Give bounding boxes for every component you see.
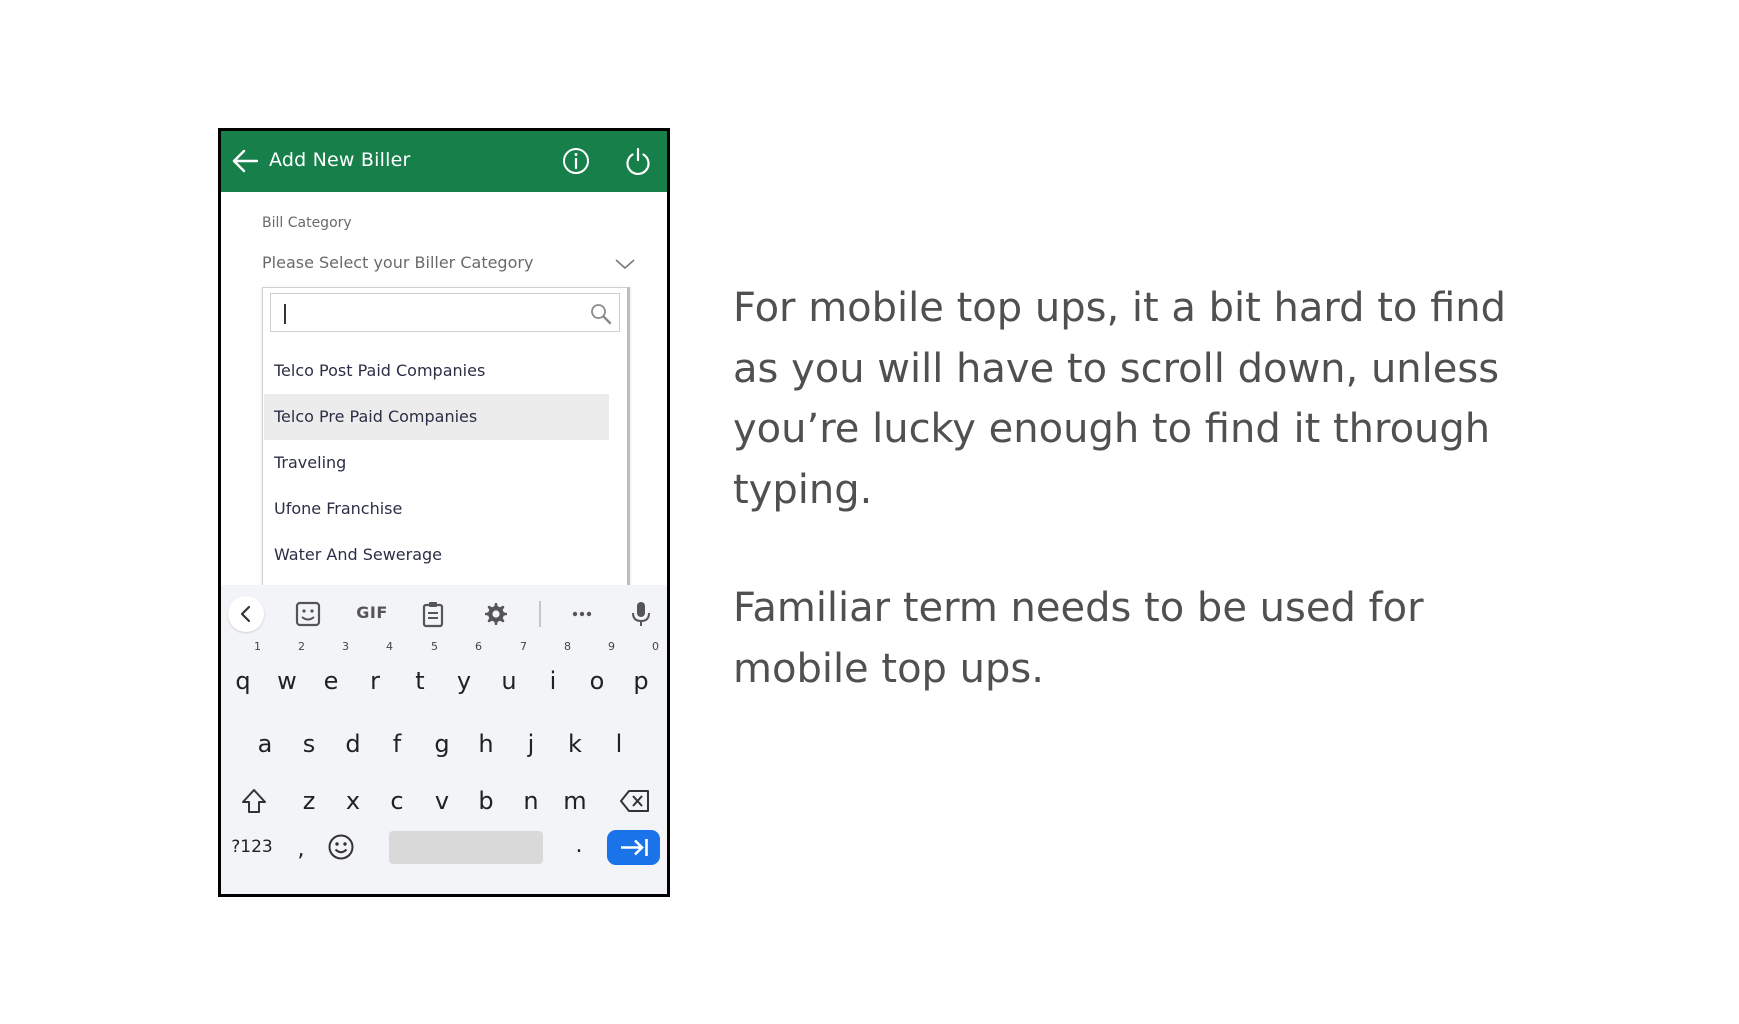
key-letter: q (235, 667, 251, 695)
page-title: Add New Biller (269, 149, 411, 171)
key-v[interactable]: v (422, 775, 462, 827)
key-n[interactable]: n (511, 775, 551, 827)
key-g[interactable]: g (422, 718, 462, 770)
key-hint: 4 (386, 640, 393, 653)
keyboard-collapse-button[interactable] (228, 596, 264, 632)
annotation-note-term: Familiar term needs to be used for mobil… (733, 585, 1424, 692)
key-e[interactable]: e3 (311, 641, 351, 707)
toolbar-divider (539, 601, 541, 627)
spacebar[interactable] (389, 831, 543, 864)
annotation-note-scroll: For mobile top ups, it a bit hard to fin… (733, 285, 1507, 513)
key-d[interactable]: d (333, 718, 373, 770)
key-q[interactable]: q1 (223, 641, 263, 707)
key-letter: w (277, 667, 297, 695)
key-a[interactable]: a (245, 718, 285, 770)
dropdown-option[interactable]: Water And Sewerage (264, 532, 609, 578)
key-z[interactable]: z (289, 775, 329, 827)
key-f[interactable]: f (377, 718, 417, 770)
emoji-icon[interactable] (326, 832, 356, 862)
key-hint: 7 (520, 640, 527, 653)
key-hint: 1 (254, 640, 261, 653)
key-letter: r (370, 667, 380, 695)
key-hint: 9 (608, 640, 615, 653)
chevron-down-icon (615, 259, 635, 270)
settings-gear-icon[interactable] (480, 599, 510, 629)
key-s[interactable]: s (289, 718, 329, 770)
key-hint: 3 (342, 640, 349, 653)
dropdown-option[interactable]: Ufone Franchise (264, 486, 609, 532)
period-key[interactable]: . (569, 833, 589, 861)
key-letter: u (501, 667, 517, 695)
key-p[interactable]: p0 (621, 641, 661, 707)
key-hint: 5 (431, 640, 438, 653)
dropdown-option-selected[interactable]: Telco Pre Paid Companies (264, 394, 609, 440)
key-hint: 0 (652, 640, 659, 653)
key-y[interactable]: y6 (444, 641, 484, 707)
biller-category-select[interactable]: Please Select your Biller Category (262, 251, 636, 281)
key-h[interactable]: h (466, 718, 506, 770)
clipboard-icon[interactable] (418, 599, 448, 629)
key-b[interactable]: b (466, 775, 506, 827)
on-screen-keyboard: GIF q1 w2 e3 r4 t 5 y 6 u 7 i 8 o 9 p 0 … (221, 585, 667, 894)
key-letter: e (323, 667, 339, 695)
text-caret (284, 304, 286, 324)
key-c[interactable]: c (377, 775, 417, 827)
keyboard-toolbar: GIF (221, 585, 667, 641)
key-u[interactable]: u7 (489, 641, 529, 707)
app-bar: Add New Biller (221, 131, 667, 192)
enter-key[interactable] (607, 830, 660, 865)
key-w[interactable]: w2 (267, 641, 307, 707)
back-arrow-icon[interactable] (231, 148, 259, 174)
symbols-key[interactable]: ?123 (227, 837, 277, 859)
key-hint: 8 (564, 640, 571, 653)
key-i[interactable]: i8 (533, 641, 573, 707)
search-icon (591, 304, 612, 325)
phone-screenshot: Add New Biller Bill Category Please Sele… (218, 128, 670, 897)
info-icon[interactable] (562, 147, 590, 175)
more-options-icon[interactable] (567, 599, 597, 629)
tab-next-icon (621, 839, 648, 856)
key-hint: 2 (298, 640, 305, 653)
gif-button[interactable]: GIF (354, 603, 390, 623)
key-letter: i (549, 667, 557, 695)
shift-icon[interactable] (240, 787, 268, 815)
dropdown-search-box[interactable] (270, 293, 620, 332)
microphone-icon[interactable] (626, 599, 656, 629)
key-letter: t (415, 667, 425, 695)
chevron-left-icon (240, 605, 251, 623)
key-letter: o (589, 667, 605, 695)
bill-category-label: Bill Category (262, 215, 352, 231)
dropdown-option[interactable]: Traveling (264, 440, 609, 486)
select-placeholder: Please Select your Biller Category (262, 253, 534, 272)
key-j[interactable]: j (511, 718, 551, 770)
key-o[interactable]: o9 (577, 641, 617, 707)
sticker-icon[interactable] (293, 599, 323, 629)
power-icon[interactable] (624, 146, 652, 176)
category-dropdown: Telco Post Paid Companies Telco Pre Paid… (262, 287, 630, 607)
key-l[interactable]: l (599, 718, 639, 770)
key-t[interactable]: t5 (400, 641, 440, 707)
key-r[interactable]: r4 (355, 641, 395, 707)
search-input[interactable] (281, 298, 571, 328)
key-letter: p (633, 667, 649, 695)
key-m[interactable]: m (555, 775, 595, 827)
backspace-icon[interactable] (619, 788, 651, 814)
key-x[interactable]: x (333, 775, 373, 827)
comma-key[interactable]: , (291, 837, 311, 865)
key-letter: y (456, 667, 472, 695)
key-hint: 6 (475, 640, 482, 653)
key-k[interactable]: k (555, 718, 595, 770)
dropdown-option[interactable]: Telco Post Paid Companies (264, 348, 609, 394)
